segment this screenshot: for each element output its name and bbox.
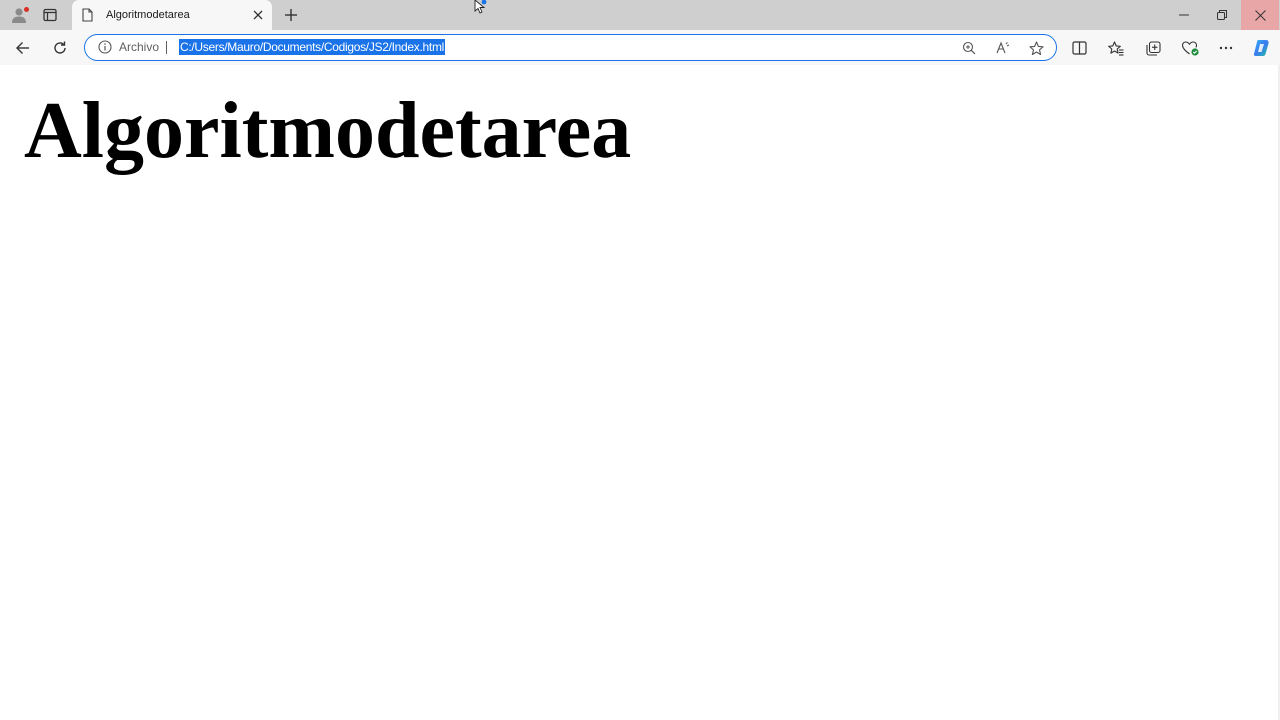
settings-more-button[interactable] <box>1212 34 1240 62</box>
page-title: Algoritmodetarea <box>24 87 632 175</box>
new-tab-button[interactable] <box>278 3 304 27</box>
minimize-icon <box>1179 10 1189 20</box>
reload-icon <box>52 40 68 56</box>
favorites-button[interactable] <box>1102 34 1130 62</box>
restore-button[interactable] <box>1203 0 1241 30</box>
zoom-button[interactable] <box>959 38 979 58</box>
browser-essentials-button[interactable] <box>1176 34 1204 62</box>
restore-icon <box>1217 10 1227 20</box>
tab-active[interactable]: Algoritmodetarea <box>72 0 272 30</box>
back-arrow-icon <box>15 40 31 56</box>
heart-pulse-icon <box>1181 40 1199 56</box>
split-screen-icon <box>1071 41 1087 55</box>
address-bar[interactable]: Archivo C:/Users/Mauro/Documents/Codigos… <box>84 34 1057 61</box>
read-aloud-icon <box>996 41 1010 55</box>
minimize-button[interactable] <box>1165 0 1203 30</box>
page-viewport: Algoritmodetarea <box>0 65 1280 720</box>
split-screen-button[interactable] <box>1065 34 1093 62</box>
copilot-icon <box>1252 38 1272 58</box>
more-icon <box>1219 46 1233 50</box>
tab-actions-icon <box>43 8 57 22</box>
notification-dot <box>24 7 29 12</box>
read-aloud-button[interactable] <box>993 38 1013 58</box>
url-text[interactable]: C:/Users/Mauro/Documents/Codigos/JS2/Ind… <box>179 39 446 55</box>
zoom-icon <box>962 41 976 55</box>
profile-button[interactable] <box>6 3 32 27</box>
close-icon <box>1254 9 1266 21</box>
favorites-icon <box>1108 40 1124 56</box>
page-icon <box>80 7 94 23</box>
collections-icon <box>1145 40 1161 56</box>
collections-button[interactable] <box>1139 34 1167 62</box>
tab-actions-button[interactable] <box>37 3 63 27</box>
tab-close-button[interactable] <box>248 5 268 25</box>
close-icon <box>253 10 263 20</box>
copilot-button[interactable] <box>1248 34 1276 62</box>
reload-button[interactable] <box>46 34 74 62</box>
separator <box>166 41 167 54</box>
title-bar: Algoritmodetarea <box>0 0 1280 30</box>
star-icon <box>1028 40 1044 56</box>
plus-icon <box>284 8 298 22</box>
window-close-button[interactable] <box>1241 0 1279 30</box>
cursor-icon <box>474 0 488 14</box>
info-icon[interactable] <box>98 40 112 54</box>
back-button[interactable] <box>9 34 37 62</box>
tab-title: Algoritmodetarea <box>106 9 190 21</box>
site-info-label[interactable]: Archivo <box>119 40 159 54</box>
add-favorite-button[interactable] <box>1026 38 1046 58</box>
toolbar: Archivo C:/Users/Mauro/Documents/Codigos… <box>0 30 1280 65</box>
